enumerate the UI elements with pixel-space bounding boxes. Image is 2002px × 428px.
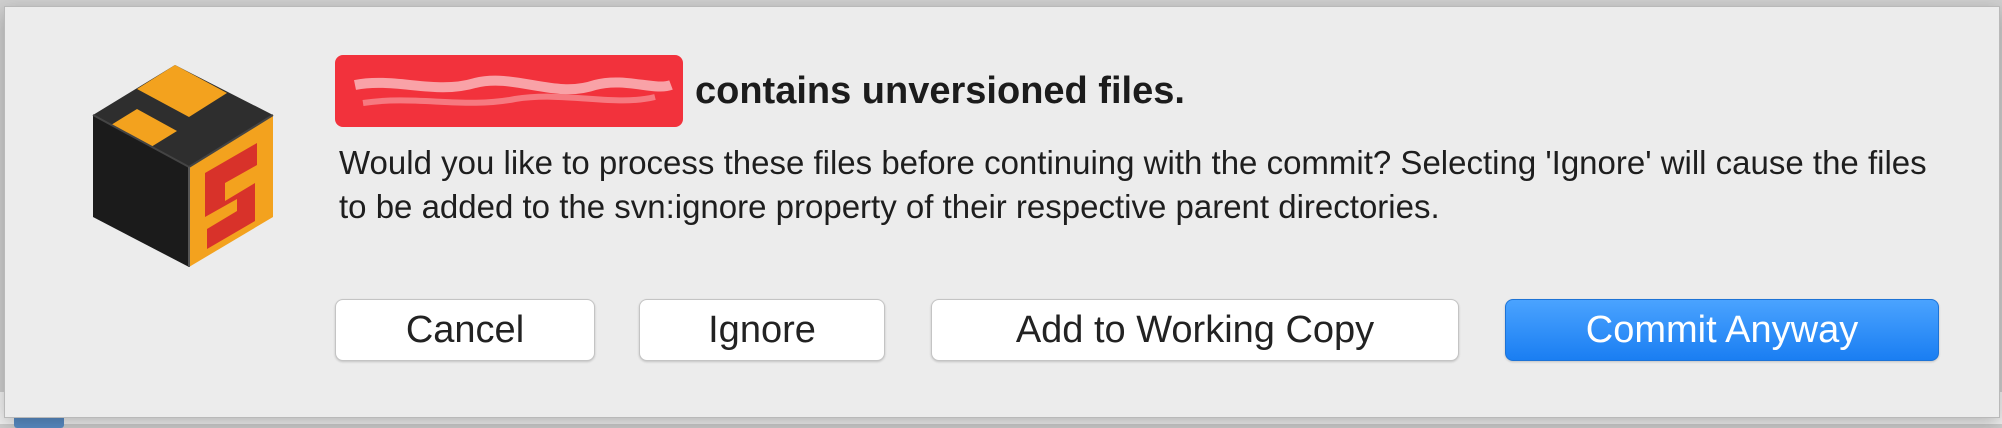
button-row: Cancel Ignore Add to Working Copy Commit… [5, 299, 1999, 365]
commit-anyway-button[interactable]: Commit Anyway [1505, 299, 1939, 361]
ignore-button[interactable]: Ignore [639, 299, 885, 361]
redacted-repository-name [335, 55, 683, 127]
add-to-working-copy-button[interactable]: Add to Working Copy [931, 299, 1459, 361]
dialog-message: Would you like to process these files be… [339, 144, 1927, 225]
cancel-button[interactable]: Cancel [335, 299, 595, 361]
dialog-title: contains unversioned files. [695, 69, 1185, 112]
versions-app-icon [77, 53, 297, 273]
alert-dialog: contains unversioned files. Would you li… [4, 6, 2000, 418]
title-row: contains unversioned files. [335, 53, 1185, 129]
